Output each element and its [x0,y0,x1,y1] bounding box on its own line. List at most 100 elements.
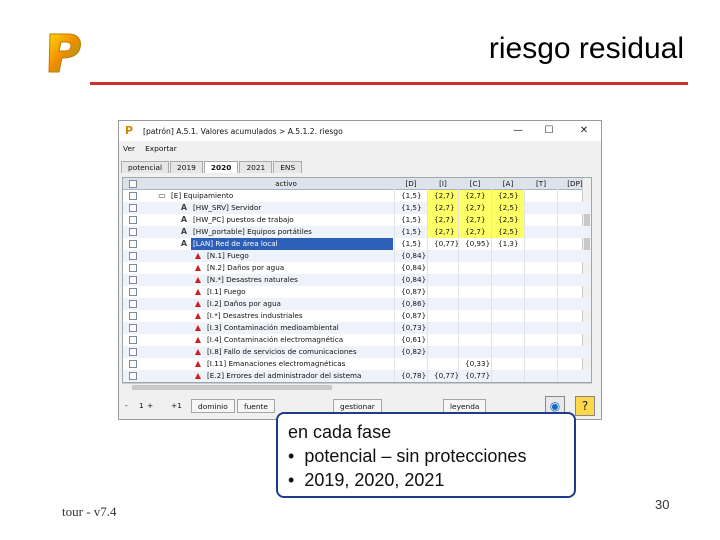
cell-a: {2,5} [492,226,524,238]
warning-icon: ▲ [194,311,202,320]
row-checkbox[interactable] [129,312,137,320]
row-checkbox[interactable] [129,252,137,260]
table-row[interactable]: ▲ [I.*] Desastres industriales {0,87} [123,310,591,322]
level-minus-button[interactable]: - [125,399,128,413]
table-row[interactable]: ▲ [I.2] Daños por agua {0,86} [123,298,591,310]
row-checkbox[interactable] [129,324,137,332]
cell-d: {0,87} [401,287,427,296]
row-checkbox[interactable] [129,360,137,368]
column-header-a[interactable]: [A] [492,178,524,190]
column-header-d[interactable]: [D] [395,178,427,190]
row-checkbox[interactable] [129,228,137,236]
table-row[interactable]: A [HW_SRV] Servidor {1,5} {2,7} {2,7} {2,5} [123,202,591,214]
risk-table: activo [D] [I] [C] [A] [T] [DP] ▭ [E] Equ… [122,177,592,383]
row-checkbox[interactable] [129,372,137,380]
cell-d: {0,84} [401,275,427,284]
table-row[interactable]: ▲ [I.3] Contaminación medioambiental {0,73… [123,322,591,334]
row-checkbox[interactable] [129,264,137,272]
tab-2019[interactable]: 2019 [170,161,203,173]
cell-d: {0,84} [401,251,427,260]
cell-d: {0,61} [401,335,427,344]
cell-c: {0,95} [465,239,491,248]
help-icon[interactable]: ? [575,396,595,416]
horizontal-scroll-thumb[interactable] [132,385,332,390]
maximize-button[interactable]: ☐ [542,124,556,138]
table-row[interactable]: ▲ [I.1] Fuego {0,87} [123,286,591,298]
footer-text: tour - v7.4 [62,504,117,519]
warning-icon: ▲ [194,371,202,380]
cell-i: {2,7} [428,190,458,202]
column-header-activo[interactable]: activo [177,178,393,190]
tab-potencial[interactable]: potencial [121,161,170,173]
header-checkbox[interactable] [129,180,137,188]
row-checkbox[interactable] [129,216,137,224]
cell-a: {2,5} [492,214,524,226]
leyenda-button[interactable]: leyenda [443,399,487,413]
row-checkbox[interactable] [129,336,137,344]
row-checkbox[interactable] [129,240,137,248]
table-row[interactable]: ▲ [N.1] Fuego {0,84} [123,250,591,262]
asset-icon: A [180,203,188,212]
warning-icon: ▲ [194,323,202,332]
callout-box: en cada fase • potencial – sin proteccio… [276,412,576,498]
row-asset-label: [HW_PC] puestos de trabajo [193,215,294,224]
window-titlebar: P [patrón] A.5.1. Valores acumulados > A… [119,121,601,141]
gestionar-button[interactable]: gestionar [333,399,382,413]
level-value: 1 [139,401,144,410]
level-plus-button[interactable]: + [147,399,153,413]
row-checkbox[interactable] [129,348,137,356]
dominio-button[interactable]: dominio [191,399,235,413]
table-row[interactable]: ▲ [I.4] Contaminación electromagnética {0,… [123,334,591,346]
row-asset-label: [HW_portable] Equipos portátiles [193,227,312,236]
tab-ens[interactable]: ENS [273,161,303,173]
plus-one-button[interactable]: +1 [171,399,182,413]
row-asset-label: [N.2] Daños por agua [207,263,285,272]
menu-ver[interactable]: Ver [123,143,135,155]
cell-c: {0,77} [465,371,491,380]
table-row[interactable]: A [HW_PC] puestos de trabajo {1,5} {2,7} {2,… [123,214,591,226]
row-asset-label: [LAN] Red de área local [191,238,393,250]
window-title: [patrón] A.5.1. Valores acumulados > A.5… [143,126,343,136]
horizontal-scrollbar[interactable] [122,383,592,391]
column-divider [524,178,525,382]
row-asset-label: [N.*] Desastres naturales [207,275,298,284]
row-checkbox[interactable] [129,192,137,200]
cell-d: {0,82} [401,347,427,356]
fuente-button[interactable]: fuente [237,399,275,413]
table-row[interactable]: ▲ [I.8] Fallo de servicios de comunicacio… [123,346,591,358]
cell-d: {1,5} [401,239,422,248]
table-row[interactable]: A [HW_portable] Equipos portátiles {1,5} {2… [123,226,591,238]
table-row[interactable]: ▲ [N.*] Desastres naturales {0,84} [123,274,591,286]
row-asset-label: [I.2] Daños por agua [207,299,281,308]
tab-2021[interactable]: 2021 [239,161,273,173]
warning-icon: ▲ [194,287,202,296]
cell-i: {0,77} [434,239,458,248]
menu-bar: Ver Exportar [119,143,187,155]
close-button[interactable]: ✕ [577,124,591,138]
table-row[interactable]: ▲ [E.2] Errores del administrador del sis… [123,370,591,382]
minimize-button[interactable]: — [511,124,525,138]
table-row[interactable]: A [LAN] Red de área local {1,5} {0,77} {0,95… [123,238,591,250]
column-divider [491,178,492,382]
table-row[interactable]: ▲ [I.11] Emanaciones electromagnéticas {0,… [123,358,591,370]
table-header: activo [D] [I] [C] [A] [T] [DP] [123,178,591,190]
cell-i: {2,7} [428,214,458,226]
asset-icon: A [180,215,188,224]
row-checkbox[interactable] [129,288,137,296]
row-checkbox[interactable] [129,204,137,212]
cell-i: {0,77} [434,371,458,380]
cell-c: {2,7} [459,202,491,214]
folder-icon: ▭ [158,191,166,200]
column-header-i[interactable]: [I] [428,178,458,190]
column-header-c[interactable]: [C] [459,178,491,190]
table-row[interactable]: ▭ [E] Equipamiento {1,5} {2,7} {2,7} {2,5} [123,190,591,202]
tab-2020[interactable]: 2020 [203,161,239,173]
warning-icon: ▲ [194,359,202,368]
row-asset-label: [I.4] Contaminación electromagnética [207,335,344,344]
column-header-t[interactable]: [T] [525,178,557,190]
row-checkbox[interactable] [129,300,137,308]
menu-exportar[interactable]: Exportar [145,143,177,155]
cell-a: {2,5} [492,190,524,202]
row-checkbox[interactable] [129,276,137,284]
table-row[interactable]: ▲ [N.2] Daños por agua {0,84} [123,262,591,274]
